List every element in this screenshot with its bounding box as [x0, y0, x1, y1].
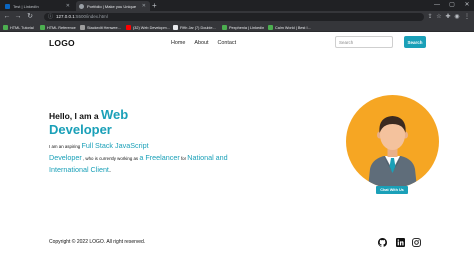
- bookmark-item[interactable]: HTML Reference: [40, 24, 76, 31]
- client-text-2: International Client: [49, 165, 109, 174]
- hero-hello: Hello, I am a: [49, 111, 101, 121]
- hero-description: I am an aspiring Full Stack JavaScript D…: [49, 140, 289, 176]
- hero-role: Developer: [49, 122, 112, 137]
- site-logo[interactable]: LOGO: [49, 38, 75, 48]
- hero-text: Hello, I am a Web Developer I am an aspi…: [49, 107, 289, 176]
- browser-window: Test | LinkedIn ✕ Portfolio | Make you U…: [0, 0, 474, 266]
- web-page: LOGO Home About Contact Search Hello, I …: [0, 32, 474, 266]
- bookmark-item[interactable]: (32) Web Developm...: [126, 24, 170, 31]
- bookmark-label: Calm World | Best I...: [275, 25, 311, 30]
- close-tab-icon[interactable]: ✕: [142, 3, 146, 9]
- main-nav: Home About Contact: [171, 40, 236, 46]
- plus-icon[interactable]: +: [152, 1, 157, 10]
- linkedin-icon[interactable]: [396, 238, 405, 247]
- mid-text: , who is currently working as: [81, 156, 140, 161]
- bookmark-item[interactable]: HTML Tutorial: [3, 24, 34, 31]
- nav-link-contact[interactable]: Contact: [217, 40, 236, 46]
- close-tab-icon[interactable]: ✕: [66, 3, 70, 9]
- bookmark-favicon-icon: [173, 25, 178, 30]
- address-host: 127.0.0.1: [56, 14, 75, 19]
- tab-title: Portfolio | Make you Unique: [87, 3, 137, 9]
- client-text: National and: [187, 153, 228, 162]
- bookmark-label: Stackedit Henwee...: [87, 25, 121, 30]
- chat-with-us-button[interactable]: Chat With Us: [376, 186, 408, 194]
- bookmark-favicon-icon: [3, 25, 8, 30]
- bookmark-item[interactable]: Stackedit Henwee...: [80, 24, 121, 31]
- freelancer-text: Freelancer: [145, 153, 180, 162]
- globe-favicon-icon: [79, 3, 84, 9]
- hero-role-word: Web: [100, 107, 129, 122]
- profile-icon[interactable]: ◉: [452, 12, 462, 22]
- end-period: .: [108, 165, 111, 174]
- forward-icon[interactable]: →: [13, 12, 23, 22]
- bookmark-item[interactable]: Calm World | Best I...: [268, 24, 311, 31]
- youtube-icon: [126, 25, 131, 30]
- close-icon[interactable]: ✕: [460, 0, 474, 11]
- bookmark-label: (32) Web Developm...: [133, 25, 170, 30]
- avatar: [346, 95, 439, 188]
- back-icon[interactable]: ←: [2, 12, 12, 22]
- tab-strip: Test | LinkedIn ✕ Portfolio | Make you U…: [0, 0, 474, 11]
- linkedin-favicon-icon: [5, 3, 10, 9]
- bookmark-favicon-icon: [80, 25, 85, 30]
- site-info-icon[interactable]: ⓘ: [48, 13, 53, 21]
- tab-portfolio[interactable]: Portfolio | Make you Unique ✕: [76, 1, 150, 11]
- search-button[interactable]: Search: [404, 36, 426, 48]
- browser-toolbar: ← → ↻ ⓘ 127.0.0.1:5500/index.html ⇪ ☆ ✚ …: [0, 11, 474, 23]
- bookmark-favicon-icon: [40, 25, 45, 30]
- maximize-icon[interactable]: ▢: [445, 0, 459, 11]
- address-bar[interactable]: ⓘ 127.0.0.1:5500/index.html: [44, 13, 424, 21]
- bookmark-label: Fifth Jar (7) Double...: [180, 25, 216, 30]
- businessman-avatar-icon: [368, 116, 417, 188]
- bookmark-label: Pexphenia | Linkedin: [229, 25, 265, 30]
- intro-text: I am an aspiring: [49, 144, 82, 149]
- bookmark-favicon-icon: [222, 25, 227, 30]
- address-path: :5500/index.html: [74, 14, 108, 19]
- footer-copyright: Copyright © 2022 LOGO. All right reserve…: [49, 239, 146, 245]
- tab-linkedin[interactable]: Test | LinkedIn ✕: [2, 1, 74, 11]
- skill-text: Full Stack JavaScript: [81, 141, 149, 150]
- skill-text-2: Developer: [49, 153, 82, 162]
- bookmark-item[interactable]: Pexphenia | Linkedin: [222, 24, 264, 31]
- reload-icon[interactable]: ↻: [25, 12, 35, 22]
- bookmark-favicon-icon: [268, 25, 273, 30]
- minimize-icon[interactable]: —: [430, 0, 444, 11]
- hero-heading: Hello, I am a Web: [49, 107, 289, 122]
- menu-icon[interactable]: ⋮: [462, 12, 472, 22]
- bookmark-item[interactable]: Fifth Jar (7) Double...: [173, 24, 216, 31]
- tab-title: Test | LinkedIn: [13, 3, 39, 9]
- nav-link-about[interactable]: About: [194, 40, 208, 46]
- instagram-icon[interactable]: [412, 238, 421, 247]
- bookmark-label: HTML Tutorial: [10, 25, 34, 30]
- nav-link-home[interactable]: Home: [171, 40, 185, 46]
- github-icon[interactable]: [378, 238, 387, 247]
- search-input[interactable]: [335, 36, 393, 48]
- bookmarks-bar: HTML Tutorial HTML Reference Stackedit H…: [0, 23, 474, 32]
- bookmark-label: HTML Reference: [47, 25, 76, 30]
